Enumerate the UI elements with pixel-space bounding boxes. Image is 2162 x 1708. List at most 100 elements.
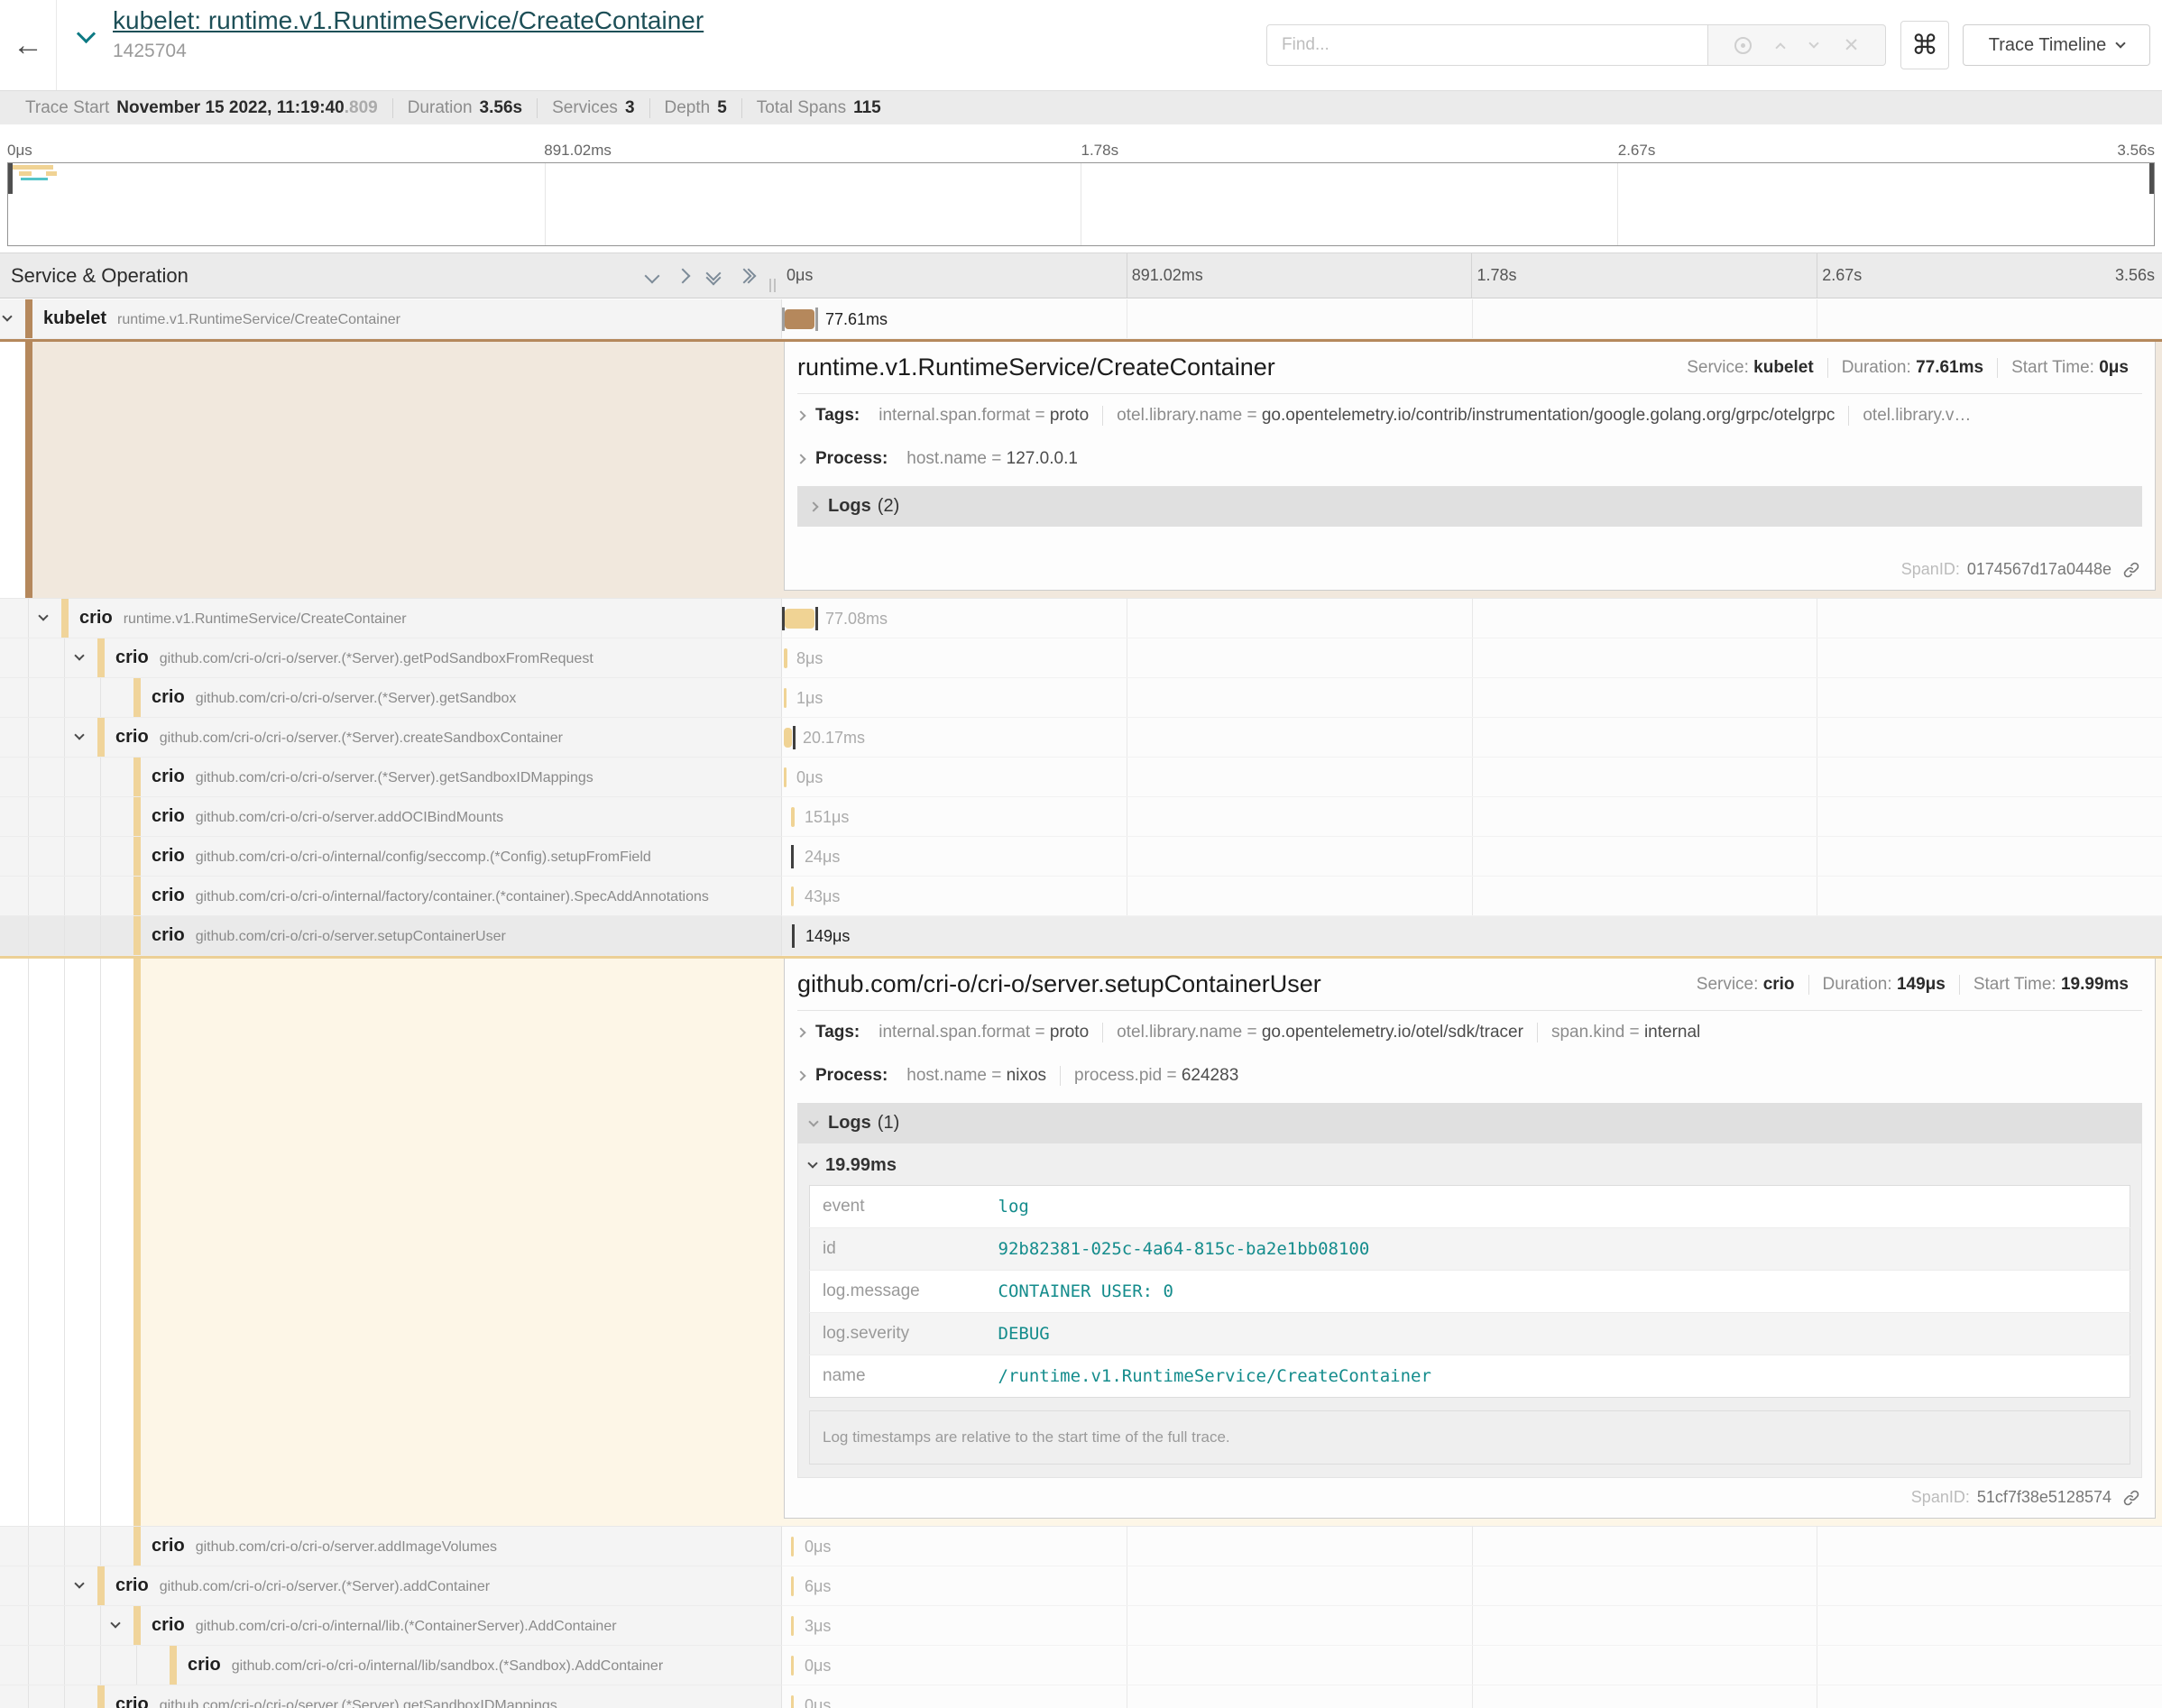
span-timeline-cell[interactable]: 149μs xyxy=(781,916,2162,956)
span-operation-name: github.com/cri-o/cri-o/internal/config/s… xyxy=(196,849,651,865)
span-row[interactable]: criogithub.com/cri-o/cri-o/internal/lib.… xyxy=(0,1606,2162,1646)
tags-accordion[interactable]: Tags: internal.span.format = proto otel.… xyxy=(797,1011,2142,1054)
span-name-cell[interactable]: criogithub.com/cri-o/cri-o/internal/fact… xyxy=(0,877,781,916)
expand-all-icon[interactable] xyxy=(739,271,754,281)
span-id-value: 51cf7f38e5128574 xyxy=(1977,1488,2111,1507)
logs-accordion[interactable]: Logs (2) xyxy=(797,486,2142,527)
logs-accordion[interactable]: Logs (1) xyxy=(797,1103,2142,1143)
span-duration-bar[interactable] xyxy=(791,1616,794,1636)
chevron-right-icon xyxy=(797,410,806,420)
span-duration-bar[interactable] xyxy=(784,767,787,787)
span-duration-bar[interactable] xyxy=(791,886,794,906)
span-timeline-cell[interactable]: 20.17ms xyxy=(781,718,2162,758)
span-timeline-cell[interactable]: 24μs xyxy=(781,837,2162,877)
span-duration-bar[interactable] xyxy=(791,1656,794,1676)
span-duration-label: 20.17ms xyxy=(803,718,865,758)
span-row[interactable]: criogithub.com/cri-o/cri-o/server.(*Serv… xyxy=(0,758,2162,797)
span-row[interactable]: criogithub.com/cri-o/cri-o/server.setupC… xyxy=(0,916,2162,956)
collapse-all-icon[interactable] xyxy=(708,268,719,283)
span-timeline-cell[interactable]: 1μs xyxy=(781,678,2162,718)
collapse-one-icon[interactable] xyxy=(645,268,660,283)
span-row[interactable]: criogithub.com/cri-o/cri-o/internal/fact… xyxy=(0,877,2162,916)
trace-view-dropdown[interactable]: Trace Timeline xyxy=(1963,24,2150,66)
span-row[interactable]: crioruntime.v1.RuntimeService/CreateCont… xyxy=(0,599,2162,638)
span-timeline-cell[interactable]: 0μs xyxy=(781,758,2162,797)
span-duration-bar[interactable] xyxy=(784,648,787,668)
column-resizer[interactable] xyxy=(769,279,776,292)
span-timeline-cell[interactable]: 151μs xyxy=(781,797,2162,837)
trace-title-expander[interactable] xyxy=(79,27,93,45)
span-timeline-cell[interactable]: 77.08ms xyxy=(781,599,2162,638)
span-row[interactable]: criogithub.com/cri-o/cri-o/internal/conf… xyxy=(0,837,2162,877)
span-row[interactable]: criogithub.com/cri-o/cri-o/server.addOCI… xyxy=(0,797,2162,837)
span-duration-bar[interactable] xyxy=(791,1576,794,1596)
span-duration-bar[interactable] xyxy=(791,1537,794,1556)
span-row[interactable]: kubeletruntime.v1.RuntimeService/CreateC… xyxy=(0,299,2162,339)
span-row[interactable]: criogithub.com/cri-o/cri-o/server.(*Serv… xyxy=(0,1566,2162,1606)
span-name-cell[interactable]: criogithub.com/cri-o/cri-o/server.setupC… xyxy=(0,916,781,956)
span-name-cell[interactable]: criogithub.com/cri-o/cri-o/server.(*Serv… xyxy=(0,1685,781,1708)
span-timeline-cell[interactable]: 0μs xyxy=(781,1527,2162,1566)
span-name-cell[interactable]: criogithub.com/cri-o/cri-o/internal/lib.… xyxy=(0,1606,781,1646)
minimap-right-scrubber[interactable] xyxy=(2149,163,2154,194)
span-row[interactable]: criogithub.com/cri-o/cri-o/internal/lib/… xyxy=(0,1646,2162,1685)
span-name-cell[interactable]: criogithub.com/cri-o/cri-o/server.(*Serv… xyxy=(0,718,781,758)
span-duration-bar[interactable] xyxy=(784,728,792,748)
span-operation-name: github.com/cri-o/cri-o/server.addImageVo… xyxy=(196,1539,497,1555)
span-name-cell[interactable]: criogithub.com/cri-o/cri-o/server.(*Serv… xyxy=(0,1566,781,1606)
span-id-row: SpanID: 51cf7f38e5128574 xyxy=(797,1479,2142,1518)
find-next-button[interactable] xyxy=(1808,38,1818,48)
span-name-cell[interactable]: criogithub.com/cri-o/cri-o/server.(*Serv… xyxy=(0,758,781,797)
expand-one-icon[interactable] xyxy=(676,268,691,283)
span-duration-bar[interactable] xyxy=(785,309,814,329)
span-name-cell[interactable]: criogithub.com/cri-o/cri-o/server.addIma… xyxy=(0,1527,781,1566)
find-input[interactable] xyxy=(1266,24,1708,66)
link-icon[interactable] xyxy=(2122,561,2140,579)
span-timeline-cell[interactable]: 6μs xyxy=(781,1566,2162,1606)
trace-minimap[interactable] xyxy=(7,162,2155,246)
span-row[interactable]: criogithub.com/cri-o/cri-o/server.(*Serv… xyxy=(0,638,2162,678)
span-duration-bar[interactable] xyxy=(784,688,787,708)
span-duration-bar[interactable] xyxy=(791,807,795,827)
tag: otel.library.name = go.opentelemetry.io/… xyxy=(1102,406,1848,426)
span-name-cell[interactable]: criogithub.com/cri-o/cri-o/server.(*Serv… xyxy=(0,638,781,678)
span-duration-bar[interactable] xyxy=(791,1695,794,1708)
chevron-right-icon xyxy=(797,1070,806,1080)
span-row[interactable]: criogithub.com/cri-o/cri-o/server.(*Serv… xyxy=(0,678,2162,718)
axis-tick: 891.02ms xyxy=(544,142,612,160)
keyboard-shortcuts-button[interactable]: ⌘ xyxy=(1900,21,1949,69)
span-timeline-cell[interactable]: 3μs xyxy=(781,1606,2162,1646)
minimap-left-scrubber[interactable] xyxy=(8,163,13,194)
span-timeline-cell[interactable]: 43μs xyxy=(781,877,2162,916)
span-name-cell[interactable]: criogithub.com/cri-o/cri-o/server.addOCI… xyxy=(0,797,781,837)
find-clear-button[interactable]: ✕ xyxy=(1844,36,1860,55)
log-field-row: id92b82381-025c-4a64-815c-ba2e1bb08100 xyxy=(810,1228,2130,1271)
log-entry-accordion[interactable]: 19.99ms xyxy=(809,1145,2130,1185)
service-operation-header: Service & Operation xyxy=(0,253,781,298)
span-timeline-cell[interactable]: 0μs xyxy=(781,1685,2162,1708)
axis-tick: 0μs xyxy=(787,266,813,285)
find-prev-button[interactable] xyxy=(1776,42,1786,52)
span-name-cell[interactable]: criogithub.com/cri-o/cri-o/internal/conf… xyxy=(0,837,781,877)
process-accordion[interactable]: Process: host.name = 127.0.0.1 xyxy=(797,437,2142,481)
process-accordion[interactable]: Process: host.name = nixos process.pid =… xyxy=(797,1054,2142,1097)
span-name-cell[interactable]: criogithub.com/cri-o/cri-o/server.(*Serv… xyxy=(0,678,781,718)
span-operation-name: github.com/cri-o/cri-o/server.(*Server).… xyxy=(196,691,517,706)
span-name-cell[interactable]: kubeletruntime.v1.RuntimeService/CreateC… xyxy=(0,299,781,339)
span-timeline-cell[interactable]: 0μs xyxy=(781,1646,2162,1685)
span-timeline-cell[interactable]: 8μs xyxy=(781,638,2162,678)
span-row[interactable]: criogithub.com/cri-o/cri-o/server.(*Serv… xyxy=(0,1685,2162,1708)
service-color-bar xyxy=(133,959,141,1526)
span-row[interactable]: criogithub.com/cri-o/cri-o/server.(*Serv… xyxy=(0,718,2162,758)
span-name-cell[interactable]: criogithub.com/cri-o/cri-o/internal/lib/… xyxy=(0,1646,781,1685)
link-icon[interactable] xyxy=(2122,1489,2140,1507)
span-row[interactable]: criogithub.com/cri-o/cri-o/server.addIma… xyxy=(0,1527,2162,1566)
trace-title-link[interactable]: kubelet: runtime.v1.RuntimeService/Creat… xyxy=(113,5,704,36)
locate-icon[interactable] xyxy=(1734,37,1752,54)
span-name-cell[interactable]: crioruntime.v1.RuntimeService/CreateCont… xyxy=(0,599,781,638)
tags-accordion[interactable]: Tags: internal.span.format = proto otel.… xyxy=(797,394,2142,437)
span-timeline-cell[interactable]: 77.61ms xyxy=(781,299,2162,339)
back-button[interactable]: ← xyxy=(0,0,57,90)
span-duration-bar[interactable] xyxy=(785,609,814,629)
detail-start-time: Start Time: 0μs xyxy=(1997,358,2142,378)
